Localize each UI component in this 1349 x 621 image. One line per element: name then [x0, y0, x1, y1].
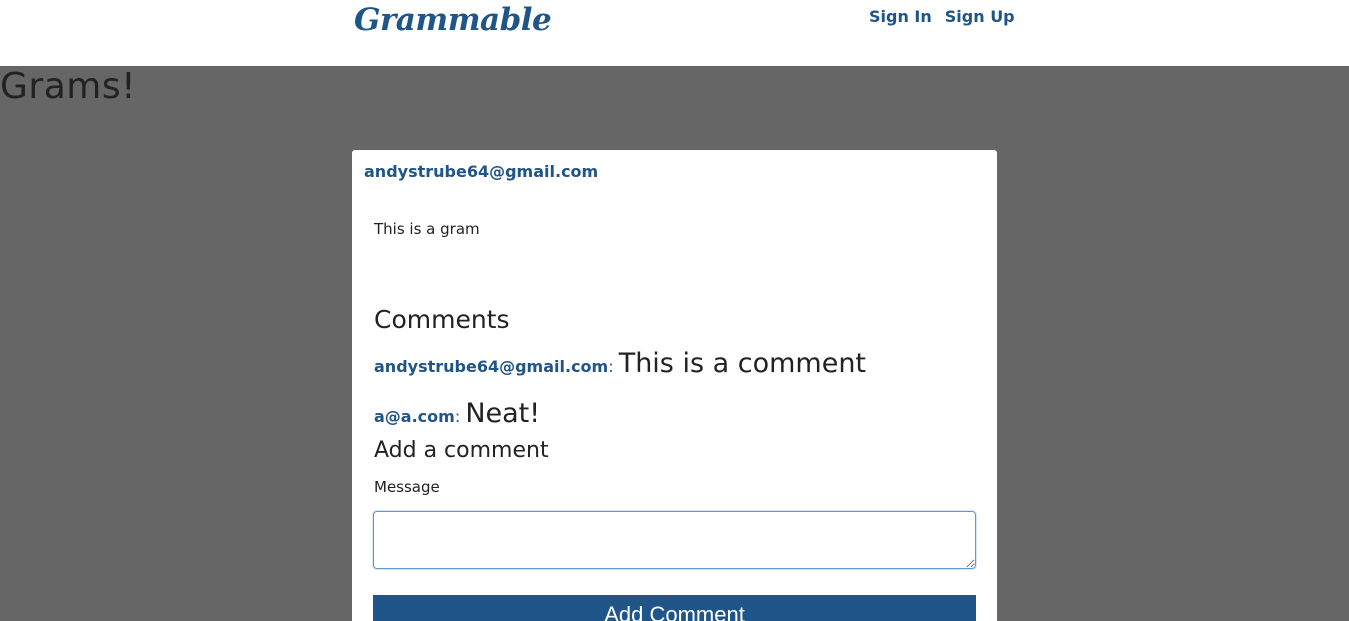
top-navbar: Grammable Sign In Sign Up — [0, 0, 1349, 66]
comment-separator: : — [454, 407, 466, 426]
page-title: Grams! — [0, 66, 137, 107]
sign-up-link[interactable]: Sign Up — [945, 7, 1015, 26]
add-comment-heading: Add a comment — [374, 438, 549, 463]
gram-card: andystrube64@gmail.com This is a gram Co… — [352, 150, 997, 621]
comment-item: a@a.com: Neat! — [374, 398, 540, 429]
add-comment-button[interactable]: Add Comment — [373, 595, 976, 621]
comment-text: This is a comment — [618, 348, 867, 379]
brand-logo-link[interactable]: Grammable — [354, 2, 552, 38]
comment-author: andystrube64@gmail.com — [374, 357, 609, 376]
comment-item: andystrube64@gmail.com: This is a commen… — [374, 348, 866, 379]
main-content: Grams! andystrube64@gmail.com This is a … — [0, 66, 1349, 621]
gram-author-link[interactable]: andystrube64@gmail.com — [364, 162, 598, 181]
comment-author: a@a.com — [374, 407, 455, 426]
comment-separator: : — [608, 357, 619, 376]
nav-links: Sign In Sign Up — [869, 7, 1015, 26]
comment-text: Neat! — [465, 398, 541, 429]
message-label: Message — [374, 478, 440, 496]
gram-caption: This is a gram — [374, 220, 480, 238]
message-textarea[interactable] — [373, 511, 976, 569]
sign-in-link[interactable]: Sign In — [869, 7, 932, 26]
comments-heading: Comments — [374, 305, 510, 334]
